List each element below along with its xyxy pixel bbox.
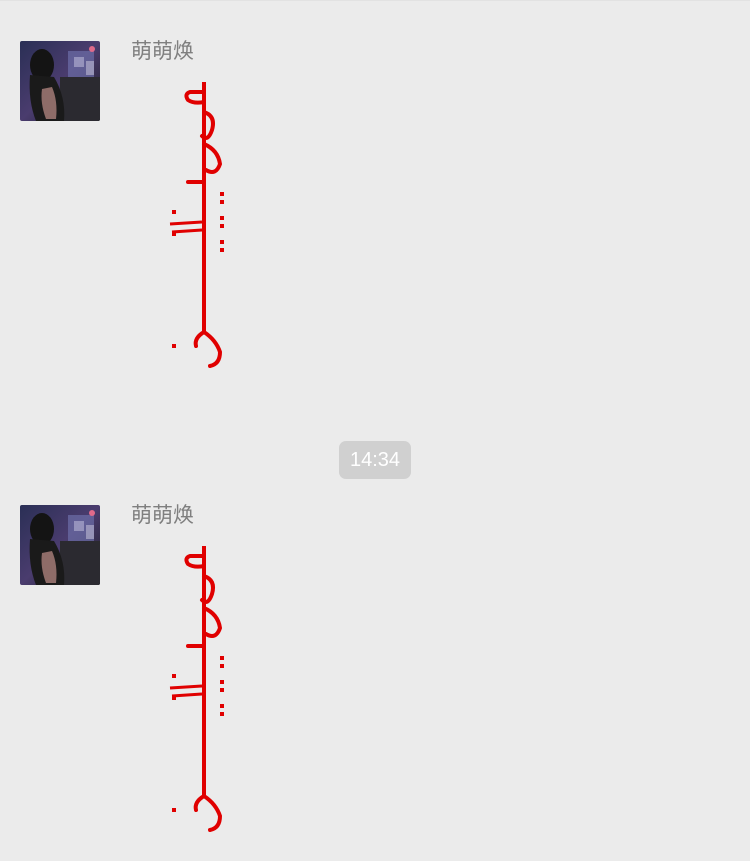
avatar[interactable] bbox=[20, 505, 100, 585]
mongolian-script-sticker-icon[interactable] bbox=[150, 80, 250, 372]
sender-name: 萌萌焕 bbox=[131, 39, 194, 63]
message-item: 萌萌焕 bbox=[0, 464, 750, 861]
message-item: 萌萌焕 bbox=[0, 0, 750, 430]
sender-name: 萌萌焕 bbox=[131, 503, 194, 527]
mongolian-script-sticker-icon[interactable] bbox=[150, 544, 250, 836]
avatar[interactable] bbox=[20, 41, 100, 121]
